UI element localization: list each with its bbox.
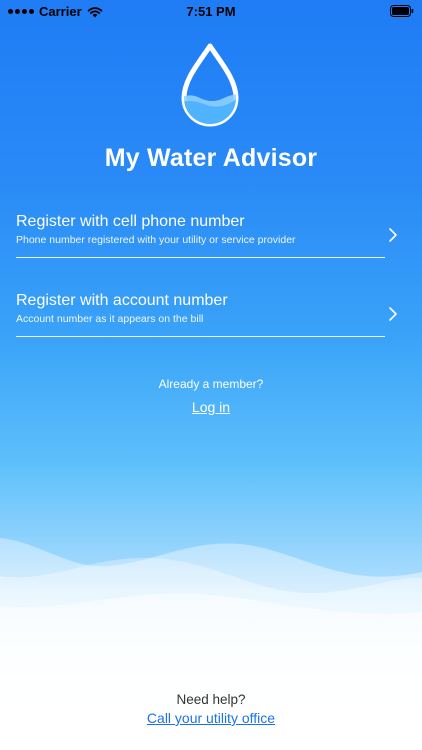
- call-container: Call your utility office: [0, 710, 422, 728]
- register-account-subtitle: Account number as it appears on the bill: [16, 313, 204, 325]
- member-prompt: Already a member?: [158, 377, 264, 391]
- status-time: 7:51 PM: [186, 4, 236, 19]
- register-account-row[interactable]: Register with account number Account num…: [16, 291, 386, 337]
- register-account-title: Register with account number: [16, 292, 228, 309]
- help-prompt: Need help?: [176, 692, 246, 707]
- login-link[interactable]: Log in: [192, 399, 230, 415]
- app-title: My Water Advisor: [104, 144, 318, 172]
- divider: [16, 257, 385, 258]
- battery-icon: [390, 5, 414, 17]
- call-utility-link[interactable]: Call your utility office: [147, 710, 275, 726]
- register-phone-row[interactable]: Register with cell phone number Phone nu…: [16, 212, 386, 258]
- chevron-right-icon[interactable]: [384, 305, 402, 323]
- chevron-right-icon[interactable]: [384, 226, 402, 244]
- register-phone-subtitle: Phone number registered with your utilit…: [16, 234, 296, 246]
- divider: [16, 336, 385, 337]
- status-bar: Carrier 7:51 PM: [0, 0, 422, 22]
- register-phone-title: Register with cell phone number: [16, 213, 245, 230]
- water-drop-icon: [181, 43, 239, 127]
- login-container: Log in: [0, 399, 422, 417]
- registration-screen: Carrier 7:51 PM My Water Advisor Registe…: [0, 0, 422, 750]
